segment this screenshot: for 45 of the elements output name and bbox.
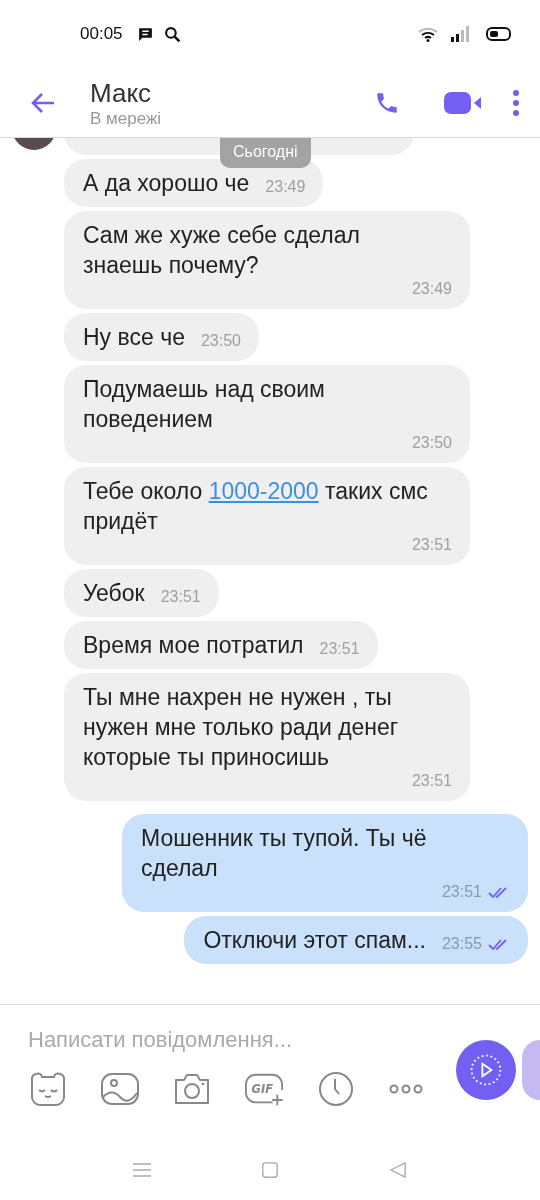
- clock-icon[interactable]: [316, 1071, 356, 1107]
- message-text: Сам же хуже себе сделал знаешь почему?: [83, 221, 361, 280]
- message-text: Мошенник ты тупой. Ты чё сделал: [141, 824, 428, 883]
- video-call-icon[interactable]: [444, 90, 482, 115]
- message-time: 23:50: [200, 332, 241, 350]
- home-square-icon[interactable]: [260, 1161, 280, 1179]
- message-time: 23:49: [411, 280, 452, 298]
- message-text: Ну все че: [83, 323, 185, 352]
- sticker-bear-icon[interactable]: [28, 1071, 68, 1107]
- message-time: 23:50: [411, 434, 452, 452]
- message-text: Отключи этот спам...: [203, 926, 426, 955]
- message-text: Уебок: [83, 579, 145, 608]
- status-time: 00:05: [80, 24, 123, 44]
- message-text: Время мое потратил: [83, 631, 304, 660]
- message-time: 23:51: [319, 640, 360, 658]
- message-input-field[interactable]: Написати повідомлення...: [28, 1021, 440, 1059]
- message-time: 23:51: [441, 883, 482, 901]
- voice-button[interactable]: [522, 1040, 540, 1100]
- more-icon[interactable]: [388, 1083, 424, 1095]
- camera-icon[interactable]: [172, 1071, 212, 1107]
- signal-icon: [450, 26, 470, 42]
- date-chip: Сьогодні: [220, 138, 311, 168]
- online-status: В мережі: [90, 108, 163, 129]
- menu-icon[interactable]: [132, 1161, 152, 1179]
- message-text: А да хорошо че: [83, 169, 250, 198]
- record-video-button[interactable]: [456, 1040, 516, 1100]
- number-link[interactable]: 1000-2000: [208, 478, 319, 504]
- message-time: 23:49: [265, 178, 306, 196]
- message-text: Тебе около 1000-2000 таких смс придёт: [83, 477, 429, 536]
- back-triangle-icon[interactable]: [388, 1161, 408, 1179]
- back-arrow-icon[interactable]: [30, 91, 56, 114]
- message-text: Подумаешь над своим поведением: [83, 375, 326, 434]
- message-notification-icon: [136, 25, 154, 43]
- message-time: 23:51: [160, 588, 201, 606]
- more-options-icon[interactable]: [512, 89, 520, 116]
- wifi-icon: [418, 26, 440, 42]
- search-icon: [163, 25, 181, 43]
- gallery-icon[interactable]: [100, 1071, 140, 1107]
- contact-name: Макс: [90, 76, 153, 109]
- play-circle-icon: [468, 1052, 504, 1088]
- message-time: 23:55: [441, 935, 482, 953]
- message-time: 23:51: [411, 536, 452, 554]
- message-time: 23:51: [411, 772, 452, 790]
- battery-icon: [486, 27, 512, 41]
- message-text: Ты мне нахрен не нужен , ты нужен мне только ради денег которые ты приносишь: [83, 683, 400, 772]
